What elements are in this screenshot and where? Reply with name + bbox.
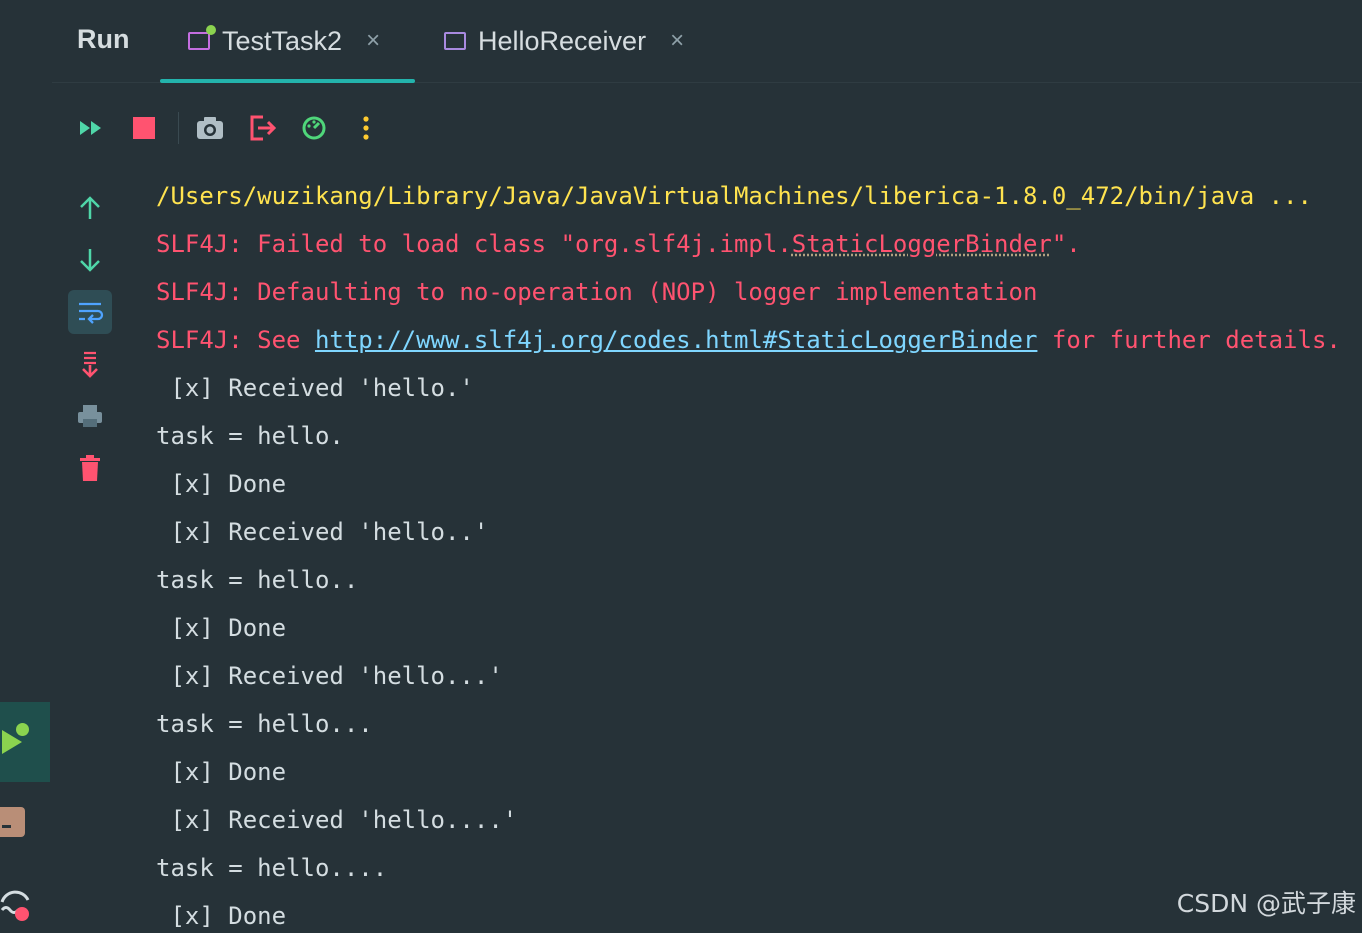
output-line: [x] Done: [156, 470, 287, 498]
console-output[interactable]: /Users/wuzikang/Library/Java/JavaVirtual…: [156, 172, 1362, 928]
error-line: SLF4J: Failed to load class "org.slf4j.i…: [156, 220, 1362, 268]
stop-button[interactable]: [124, 108, 164, 148]
error-docs-link[interactable]: http://www.slf4j.org/codes.html#StaticLo…: [315, 326, 1037, 354]
tab-label: HelloReceiver: [478, 25, 647, 56]
more-icon: [363, 116, 369, 140]
output-line: [x] Done: [156, 758, 287, 786]
active-tab-indicator: [160, 79, 415, 83]
toolbar-separator: [178, 112, 179, 144]
close-icon[interactable]: ×: [366, 27, 380, 55]
tab-helloreceiver[interactable]: HelloReceiver ×: [444, 22, 684, 60]
output-line: [x] Received 'hello....': [156, 806, 518, 834]
exit-button[interactable]: [242, 108, 282, 148]
run-config-icon: [444, 32, 466, 50]
output-line: [x] Received 'hello.': [156, 374, 474, 402]
running-indicator: [16, 723, 29, 736]
tab-testtask2[interactable]: TestTask2 ×: [188, 22, 380, 60]
error-text: for further details.: [1037, 326, 1341, 354]
run-tool-window-button[interactable]: [0, 702, 50, 782]
terminal-tool-button[interactable]: [0, 807, 25, 837]
output-line: task = hello.: [156, 422, 344, 450]
profiler-icon: [302, 116, 326, 140]
scroll-down-button[interactable]: [68, 238, 112, 282]
error-line: SLF4J: Defaulting to no-operation (NOP) …: [156, 278, 1038, 306]
tool-window-strip: [0, 0, 50, 928]
profiler-strip-icon: [0, 890, 30, 921]
output-line: [x] Received 'hello...': [156, 662, 503, 690]
screenshot-icon: [197, 117, 223, 139]
error-text: SLF4J: Failed to load class "org.slf4j.i…: [156, 230, 792, 258]
scroll-to-end-icon: [82, 351, 98, 378]
stop-icon: [133, 117, 155, 139]
error-line: SLF4J: See http://www.slf4j.org/codes.ht…: [156, 316, 1362, 364]
watermark: CSDN @武子康: [1176, 889, 1356, 918]
command-line: /Users/wuzikang/Library/Java/JavaVirtual…: [156, 182, 1312, 210]
profiler-button[interactable]: [294, 108, 334, 148]
rerun-button[interactable]: [72, 108, 112, 148]
output-line: task = hello...: [156, 710, 373, 738]
terminal-icon: [2, 825, 11, 828]
up-arrow-icon: [80, 196, 100, 219]
clear-all-button[interactable]: [68, 446, 112, 490]
run-tab-bar: Run TestTask2 × HelloReceiver ×: [52, 0, 1362, 83]
run-panel-title: Run: [77, 24, 130, 54]
dump-threads-button[interactable]: [190, 108, 230, 148]
error-class-name: StaticLoggerBinder: [791, 230, 1052, 258]
output-line: task = hello..: [156, 566, 359, 594]
run-config-icon: [188, 25, 216, 50]
output-line: [x] Done: [156, 614, 287, 642]
error-text: ".: [1051, 230, 1081, 258]
error-text: SLF4J: See: [156, 326, 315, 354]
tab-label: TestTask2: [222, 25, 343, 56]
more-actions-button[interactable]: [346, 108, 386, 148]
output-line: [x] Received 'hello..': [156, 518, 489, 546]
down-arrow-icon: [80, 249, 100, 272]
soft-wrap-button[interactable]: [68, 290, 112, 334]
rerun-icon: [80, 121, 101, 135]
trash-icon: [80, 455, 100, 481]
close-icon[interactable]: ×: [670, 27, 684, 55]
print-icon: [78, 405, 102, 427]
profiler-tool-button[interactable]: [0, 880, 40, 928]
exit-icon: [250, 115, 277, 141]
print-button[interactable]: [68, 394, 112, 438]
soft-wrap-icon: [79, 302, 104, 324]
scroll-to-end-button[interactable]: [68, 342, 112, 386]
scroll-up-button[interactable]: [68, 186, 112, 230]
